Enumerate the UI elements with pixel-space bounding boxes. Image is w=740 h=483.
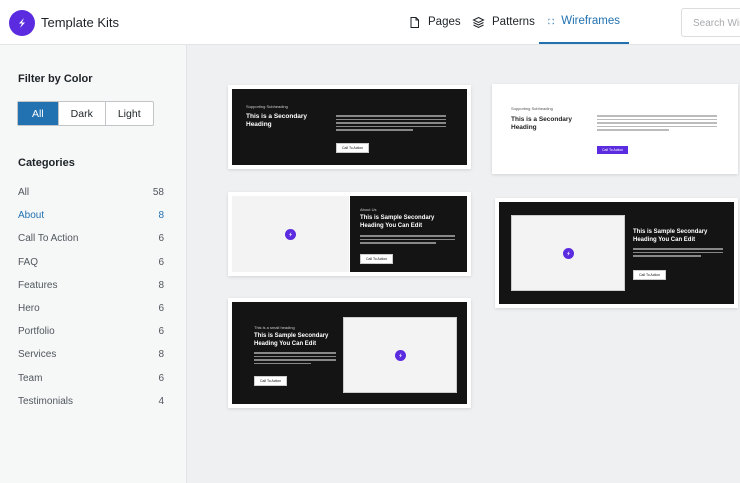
preview-cta-button: Call To Action xyxy=(597,146,629,154)
category-team[interactable]: Team 6 xyxy=(18,373,164,396)
layers-icon xyxy=(472,16,485,28)
category-count: 6 xyxy=(158,302,164,314)
categories-title: Categories xyxy=(18,157,75,169)
preview-paragraph xyxy=(597,115,717,133)
brand-title: Template Kits xyxy=(41,15,120,30)
tab-patterns[interactable]: Patterns xyxy=(472,0,535,44)
preview-paragraph xyxy=(633,248,723,259)
category-label: Call To Action xyxy=(18,233,79,245)
category-count: 6 xyxy=(158,256,164,268)
category-label: Hero xyxy=(18,302,40,314)
category-label: Services xyxy=(18,349,57,361)
category-count: 6 xyxy=(158,372,164,384)
category-count: 8 xyxy=(158,210,164,222)
page-icon xyxy=(410,16,419,28)
category-testimonials[interactable]: Testimonials 4 xyxy=(18,396,164,419)
category-services[interactable]: Services 8 xyxy=(18,349,164,372)
logo-icon xyxy=(19,18,25,28)
category-label: About xyxy=(18,210,45,222)
preview-cta-button: Call To Action xyxy=(254,376,288,386)
category-label: FAQ xyxy=(18,256,39,268)
preview-paragraph xyxy=(254,352,336,366)
category-all[interactable]: All 58 xyxy=(18,187,164,210)
wireframe-preview: This is Sample Secondary Heading You Can… xyxy=(499,202,734,304)
filter-light[interactable]: Light xyxy=(106,102,153,125)
filter-dark[interactable]: Dark xyxy=(59,102,106,125)
preview-heading: This is a Secondary Heading xyxy=(511,116,573,131)
tab-label: Patterns xyxy=(492,16,535,28)
preview-heading: This is Sample Secondary Heading You Can… xyxy=(254,333,329,347)
wireframe-preview: Supporting Subheading This is a Secondar… xyxy=(232,89,467,165)
preview-heading: This is Sample Secondary Heading You Can… xyxy=(360,215,435,229)
category-list: All 58 About 8 Call To Action 6 FAQ 6 Featur… xyxy=(18,187,164,419)
top-bar: Template Kits Pages Patterns Wireframes … xyxy=(0,0,740,45)
tab-label: Wireframes xyxy=(561,15,620,27)
category-count: 58 xyxy=(152,187,164,198)
preview-image-placeholder xyxy=(232,196,349,272)
wireframe-icon xyxy=(548,18,554,24)
category-count: 8 xyxy=(158,349,164,361)
logo-icon xyxy=(394,349,406,361)
wireframe-card[interactable]: This is a small heading This is Sample S… xyxy=(228,298,471,408)
wireframe-card[interactable]: Supporting Subheading This is a Secondar… xyxy=(492,84,738,174)
category-faq[interactable]: FAQ 6 xyxy=(18,257,164,280)
template-kits-logo xyxy=(9,10,35,36)
preview-cta-button: Call To Action xyxy=(336,143,370,153)
wireframe-preview: This is a small heading This is Sample S… xyxy=(232,302,467,404)
category-call-to-action[interactable]: Call To Action 6 xyxy=(18,233,164,256)
wireframe-preview: About Us This is Sample Secondary Headin… xyxy=(232,196,467,272)
filter-all[interactable]: All xyxy=(18,102,59,125)
preview-image-placeholder xyxy=(511,215,625,291)
category-count: 8 xyxy=(158,279,164,291)
logo-icon xyxy=(562,247,574,259)
preview-subheading: Supporting Subheading xyxy=(246,104,288,109)
tab-pages[interactable]: Pages xyxy=(408,0,461,44)
wireframe-card[interactable]: About Us This is Sample Secondary Headin… xyxy=(228,192,471,276)
tab-label: Pages xyxy=(428,16,461,28)
category-label: Features xyxy=(18,279,58,291)
preview-cta-button: Call To Action xyxy=(360,254,394,264)
preview-paragraph xyxy=(336,115,446,133)
category-count: 4 xyxy=(158,395,164,407)
color-filter: All Dark Light xyxy=(17,101,154,126)
wireframe-card[interactable]: This is Sample Secondary Heading You Can… xyxy=(495,198,738,308)
category-features[interactable]: Features 8 xyxy=(18,280,164,303)
category-count: 6 xyxy=(158,326,164,338)
preview-subheading: About Us xyxy=(360,207,377,212)
category-label: All xyxy=(18,187,30,198)
logo-icon xyxy=(285,228,296,240)
preview-subheading: Supporting Subheading xyxy=(511,106,553,111)
category-label: Team xyxy=(18,372,43,384)
preview-dark-panel: About Us This is Sample Secondary Headin… xyxy=(350,196,467,272)
wireframe-preview: Supporting Subheading This is a Secondar… xyxy=(496,88,734,170)
filter-title: Filter by Color xyxy=(18,73,93,85)
preview-cta-button: Call To Action xyxy=(633,270,667,280)
sidebar: Filter by Color All Dark Light Categorie… xyxy=(0,45,187,483)
preview-heading: This is a Secondary Heading xyxy=(246,113,308,128)
category-hero[interactable]: Hero 6 xyxy=(18,303,164,326)
wireframe-card[interactable]: Supporting Subheading This is a Secondar… xyxy=(228,85,471,169)
category-count: 6 xyxy=(158,233,164,245)
preview-subheading: This is a small heading xyxy=(254,325,295,330)
category-label: Testimonials xyxy=(18,395,74,407)
tab-wireframes[interactable]: Wireframes xyxy=(539,0,629,44)
category-label: Portfolio xyxy=(18,326,55,338)
search-input[interactable]: Search Wireframes xyxy=(681,8,740,37)
preview-image-placeholder xyxy=(343,317,457,393)
preview-paragraph xyxy=(360,235,455,246)
category-about[interactable]: About 8 xyxy=(18,210,164,233)
category-portfolio[interactable]: Portfolio 6 xyxy=(18,326,164,349)
preview-heading: This is Sample Secondary Heading You Can… xyxy=(633,229,708,243)
